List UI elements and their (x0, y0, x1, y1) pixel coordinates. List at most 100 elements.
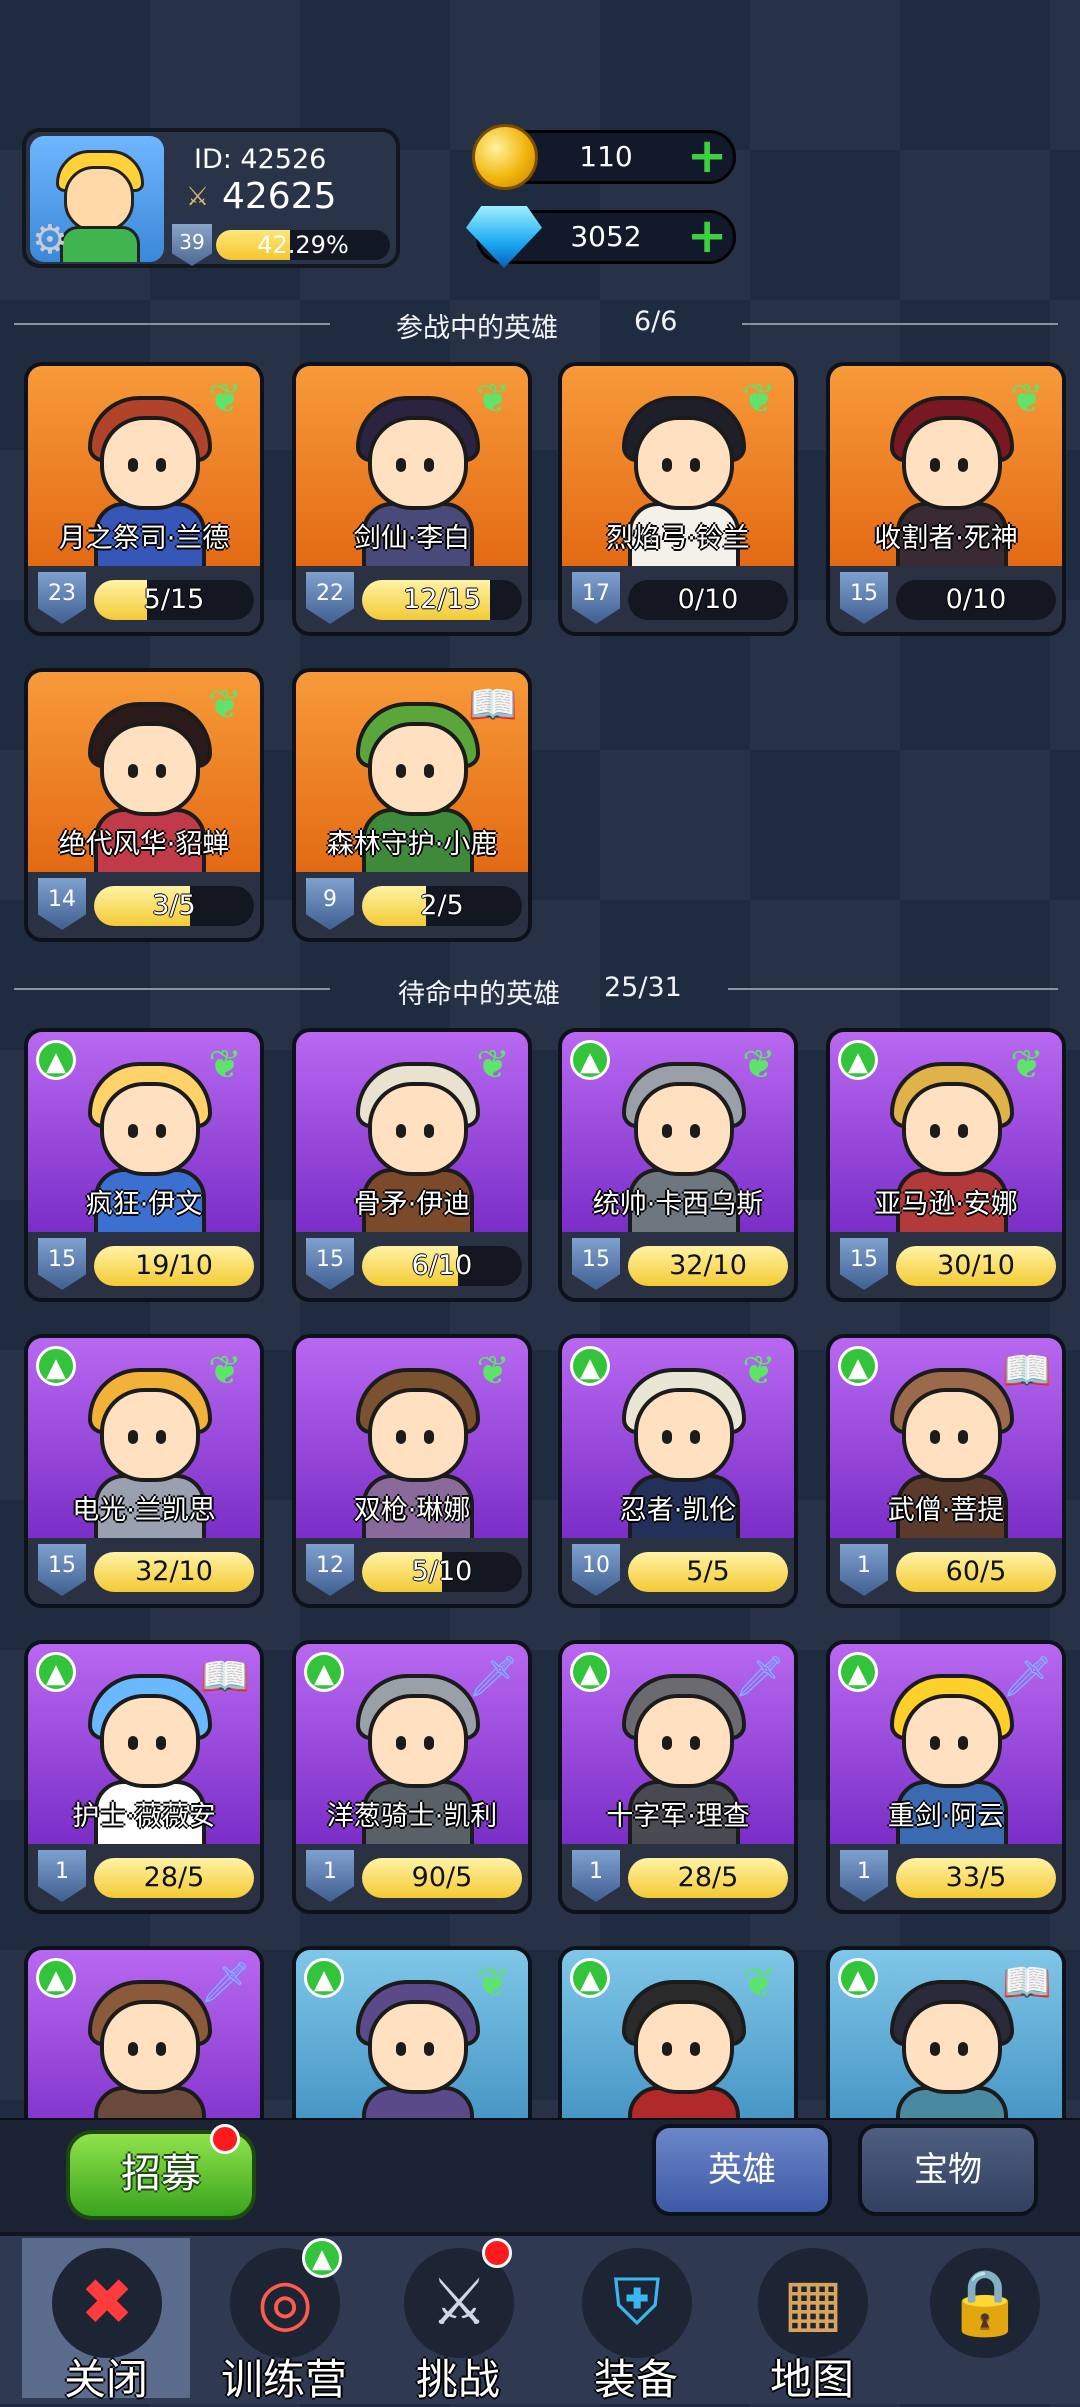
shard-progress-bar: 28/5 (628, 1858, 788, 1898)
shard-progress-bar: 0/10 (628, 580, 788, 620)
sword-icon: 🗡 (468, 1654, 519, 1700)
hero-card[interactable]: ❦ 月之祭司·兰德 23 5/15 (24, 362, 264, 636)
book-icon: 📖 (200, 1654, 250, 1700)
hero-card[interactable]: ❦ ▲ 统帅·卡西乌斯 15 32/10 (558, 1028, 798, 1302)
hero-card[interactable]: ❦ 绝代风华·貂蝉 14 3/5 (24, 668, 264, 942)
crossed-swords-icon: ⚔ (186, 182, 210, 212)
sword-icon: 🗡 (1002, 1654, 1053, 1700)
shard-progress-text: 33/5 (945, 1862, 1007, 1893)
nav-target[interactable]: ◎ 训练营 ▲ (200, 2238, 368, 2404)
upgrade-arrow-icon: ▲ (838, 1040, 878, 1080)
xp-bar: 42.29% (216, 230, 390, 260)
wing-icon: ❦ (1010, 1042, 1044, 1088)
upgrade-arrow-icon: ▲ (570, 1652, 610, 1692)
upgrade-arrow-icon: ▲ (302, 2238, 342, 2278)
standby-section-count: 25/31 (604, 972, 682, 1003)
shard-progress-bar: 12/15 (362, 580, 522, 620)
eye (396, 458, 406, 472)
add-gems-button[interactable]: + (687, 212, 727, 260)
gold-coin-icon (472, 124, 538, 190)
xp-text: 42.29% (257, 231, 349, 259)
book-icon: 📖 (1002, 1960, 1052, 2006)
hero-card[interactable]: ❦ 收割者·死神 15 0/10 (826, 362, 1066, 636)
eye (156, 764, 166, 778)
tab-heroes[interactable]: 英雄 (652, 2124, 832, 2216)
hero-face (902, 2000, 1002, 2094)
upgrade-arrow-icon: ▲ (36, 1346, 76, 1386)
nav-sword[interactable]: ⚔ 挑战 (374, 2238, 542, 2404)
hero-card[interactable]: ❦ 剑仙·李白 22 12/15 (292, 362, 532, 636)
shard-progress-text: 19/10 (135, 1250, 213, 1281)
eye (930, 1430, 940, 1444)
hero-card[interactable]: ❦ ▲ 亚马逊·安娜 15 30/10 (826, 1028, 1066, 1302)
eye (958, 1124, 968, 1138)
hero-face (100, 416, 200, 510)
nav-map[interactable]: ▦ 地图 (728, 2238, 896, 2404)
close-icon: ✖ (52, 2248, 162, 2358)
hero-card[interactable]: ❦ 双枪·琳娜 12 5/10 (292, 1334, 532, 1608)
hero-name: 森林守护·小鹿 (326, 829, 498, 860)
eye (958, 2042, 968, 2056)
eye (690, 1736, 700, 1750)
hero-face (100, 2000, 200, 2094)
nav-lock[interactable]: 🔒 (900, 2238, 1068, 2398)
wing-icon: ❦ (742, 1348, 776, 1394)
gear-icon[interactable]: ⚙ (32, 220, 72, 260)
player-id: ID: 42526 (194, 144, 327, 175)
eye (396, 1736, 406, 1750)
hero-face (100, 1082, 200, 1176)
hero-face (368, 1694, 468, 1788)
upgrade-arrow-icon: ▲ (570, 1958, 610, 1998)
sword-icon: 🗡 (734, 1654, 785, 1700)
hero-name: 十字军·理查 (606, 1801, 750, 1832)
hero-card[interactable]: 📖 ▲ 武僧·菩提 1 60/5 (826, 1334, 1066, 1608)
hero-name: 武僧·菩提 (887, 1495, 1005, 1526)
eye (424, 458, 434, 472)
eye (690, 1430, 700, 1444)
hero-face (634, 1082, 734, 1176)
wing-icon: ❦ (208, 376, 242, 422)
hero-card[interactable]: ❦ 烈焰弓·铃兰 17 0/10 (558, 362, 798, 636)
book-icon: 📖 (1002, 1348, 1052, 1394)
nav-label: 地图 (769, 2355, 854, 2404)
nav-armor[interactable]: ⛨ 装备 (552, 2238, 720, 2404)
eye (396, 1124, 406, 1138)
divider (14, 988, 330, 990)
shard-progress-text: 32/10 (669, 1250, 747, 1281)
nav-close[interactable]: ✖ 关闭 (22, 2238, 190, 2404)
hero-card[interactable]: 📖 森林守护·小鹿 9 2/5 (292, 668, 532, 942)
notification-dot (210, 2124, 240, 2154)
hero-card[interactable]: 🗡 ▲ 十字军·理查 1 28/5 (558, 1640, 798, 1914)
hero-card[interactable]: ❦ 骨矛·伊迪 15 6/10 (292, 1028, 532, 1302)
hero-name: 护士·薇薇安 (72, 1801, 216, 1832)
hero-card[interactable]: 🗡 ▲ 洋葱骑士·凯利 1 90/5 (292, 1640, 532, 1914)
add-gold-button[interactable]: + (687, 132, 727, 180)
profile-panel[interactable]: ⚙ ID: 42526 ⚔ 42625 39 42.29% (22, 128, 400, 268)
eye (662, 1430, 672, 1444)
eye (424, 2042, 434, 2056)
eye (958, 458, 968, 472)
hero-name: 电光·兰凯思 (72, 1495, 216, 1526)
shard-progress-text: 3/5 (152, 890, 196, 921)
eye (690, 1124, 700, 1138)
hero-card[interactable]: 📖 ▲ 护士·薇薇安 1 28/5 (24, 1640, 264, 1914)
hero-face (368, 416, 468, 510)
hero-card[interactable]: 🗡 ▲ 重剑·阿云 1 33/5 (826, 1640, 1066, 1914)
shard-progress-bar: 30/10 (896, 1246, 1056, 1286)
hero-card[interactable]: ❦ ▲ 电光·兰凯思 15 32/10 (24, 1334, 264, 1608)
hero-face (100, 722, 200, 816)
shard-progress-text: 12/15 (403, 584, 481, 615)
eye (690, 2042, 700, 2056)
hero-name: 统帅·卡西乌斯 (592, 1189, 764, 1220)
eye (128, 1430, 138, 1444)
eye (156, 1430, 166, 1444)
upgrade-arrow-icon: ▲ (838, 1346, 878, 1386)
hero-face (634, 1388, 734, 1482)
shard-progress-text: 28/5 (143, 1862, 205, 1893)
hero-card[interactable]: ❦ ▲ 疯狂·伊文 15 19/10 (24, 1028, 264, 1302)
lock-icon: 🔒 (930, 2248, 1040, 2358)
shard-progress-bar: 6/10 (362, 1246, 522, 1286)
tab-treasure[interactable]: 宝物 (858, 2124, 1038, 2216)
hero-card[interactable]: ❦ ▲ 忍者·凯伦 10 5/5 (558, 1334, 798, 1608)
wing-icon: ❦ (742, 1960, 776, 2006)
